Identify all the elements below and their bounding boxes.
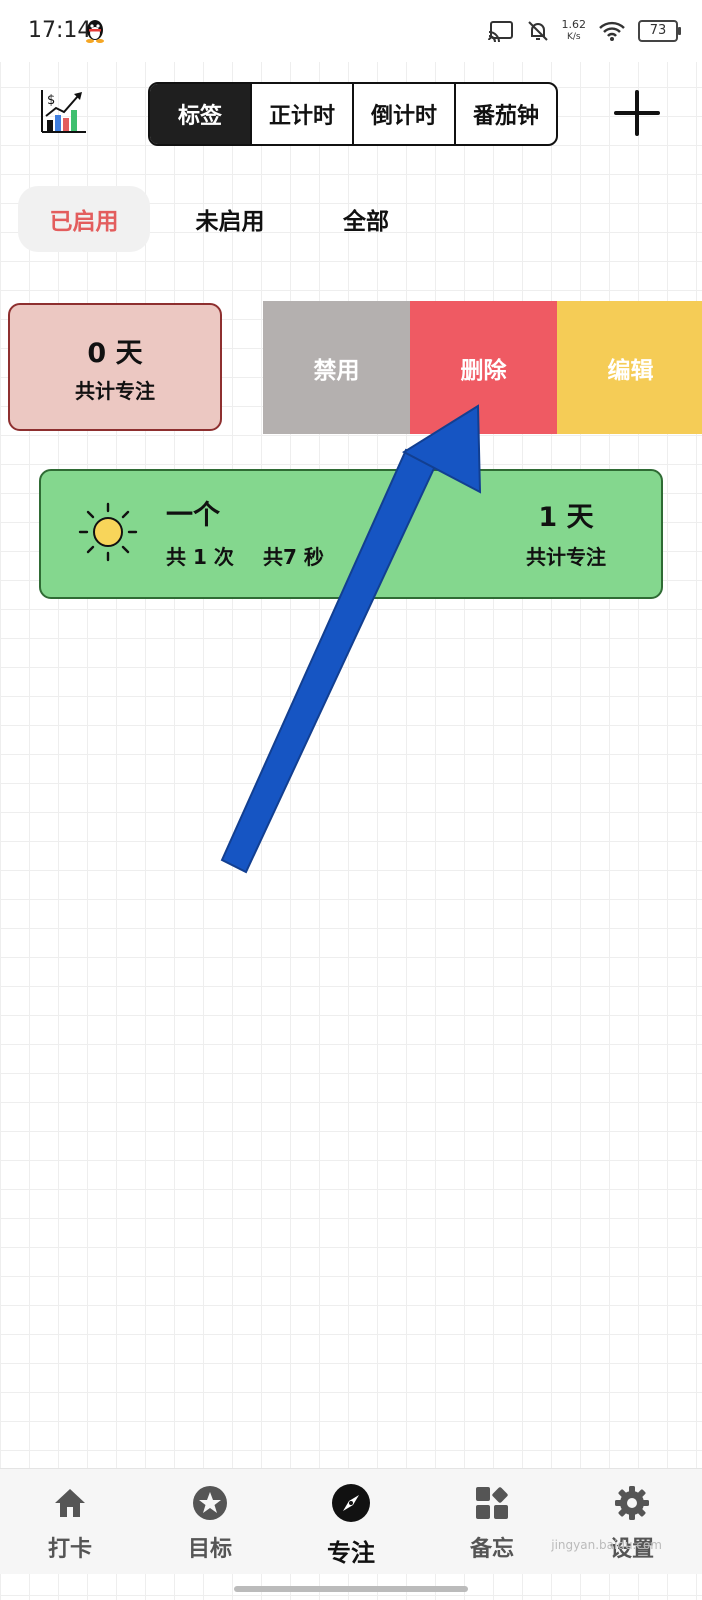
compass-icon <box>332 1484 370 1522</box>
net-speed: 1.62 K/s <box>561 18 587 43</box>
sun-icon <box>78 502 138 562</box>
tab-labels[interactable]: 标签 <box>150 84 250 144</box>
widgets-icon <box>476 1487 508 1519</box>
home-icon <box>55 1489 85 1517</box>
status-time: 17:14 <box>28 18 92 43</box>
tag-card[interactable]: 一个 共 1 次 共7 秒 1 天 共计专注 <box>39 469 663 599</box>
tag-card-swiped[interactable]: 0 天 共计专注 <box>8 303 222 431</box>
filter-all[interactable]: 全部 <box>306 186 426 252</box>
mode-segmented-control: 标签 正计时 倒计时 番茄钟 <box>148 82 558 146</box>
tab-pomodoro[interactable]: 番茄钟 <box>454 84 556 144</box>
filter-enabled[interactable]: 已启用 <box>18 186 150 252</box>
filter-disabled[interactable]: 未启用 <box>170 186 290 252</box>
nav-label: 目标 <box>187 1537 232 1562</box>
card-title: 一个 <box>166 500 220 531</box>
status-icons: 1.62 K/s 73 <box>487 16 681 46</box>
wifi-icon <box>599 21 625 41</box>
nav-checkin[interactable]: 打卡 <box>20 1469 120 1574</box>
nav-memo[interactable]: 备忘 <box>442 1469 542 1574</box>
card-total-label: 共计专注 <box>526 545 606 569</box>
nav-label: 打卡 <box>47 1537 92 1562</box>
card-total-label: 共计专注 <box>75 379 155 403</box>
disable-button[interactable]: 禁用 <box>263 301 410 434</box>
status-bar: 17:14 1.62 K/s 73 <box>0 0 702 62</box>
card-duration: 共7 秒 <box>263 545 324 569</box>
bell-muted-icon <box>527 21 548 41</box>
battery-indicator: 73 <box>638 20 681 42</box>
svg-text:$: $ <box>47 93 55 108</box>
card-days: 0 天 <box>87 338 143 369</box>
cast-icon <box>487 21 513 42</box>
nav-goals[interactable]: 目标 <box>160 1469 260 1574</box>
add-icon[interactable] <box>612 88 662 138</box>
home-indicator[interactable] <box>234 1586 468 1592</box>
card-days: 1 天 <box>538 502 594 533</box>
bottom-nav: 打卡 目标 专注 备忘 设置 <box>0 1468 702 1574</box>
watermark: jingyan.baidu.com <box>551 1538 662 1552</box>
gear-icon <box>615 1486 649 1520</box>
tab-count-up[interactable]: 正计时 <box>250 84 352 144</box>
star-icon <box>193 1486 227 1520</box>
delete-button[interactable]: 删除 <box>410 301 557 434</box>
edit-button[interactable]: 编辑 <box>557 301 702 434</box>
nav-label: 备忘 <box>469 1537 514 1562</box>
tab-countdown[interactable]: 倒计时 <box>352 84 454 144</box>
qq-penguin-icon <box>86 20 104 43</box>
nav-settings[interactable]: 设置 <box>582 1469 682 1574</box>
app-logo-chart-icon[interactable]: $ <box>38 88 88 136</box>
card-count: 共 1 次 <box>166 545 234 569</box>
nav-label: 专注 <box>327 1539 375 1567</box>
nav-focus[interactable]: 专注 <box>301 1469 401 1574</box>
